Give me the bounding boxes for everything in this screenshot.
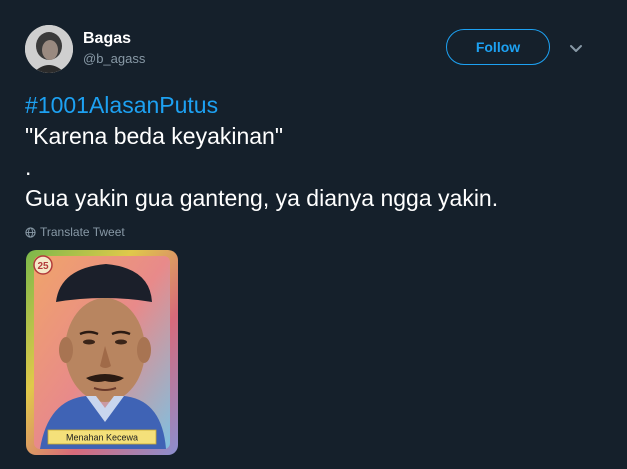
tweet-text-line: Gua yakin gua ganteng, ya dianya ngga ya… [25, 185, 499, 211]
card-number: 25 [37, 261, 49, 272]
follow-button[interactable]: Follow [446, 29, 550, 65]
card-caption: Menahan Kecewa [66, 433, 138, 443]
avatar[interactable] [25, 25, 73, 73]
user-handle[interactable]: @b_agass [83, 51, 145, 67]
chevron-down-icon[interactable] [567, 40, 585, 58]
tweet-text-line: "Karena beda keyakinan" [25, 123, 284, 149]
tweet-photo[interactable]: 25 Menahan Kecewa [26, 250, 178, 455]
photo-card-image: 25 Menahan Kecewa [26, 250, 178, 455]
avatar-image [25, 25, 73, 73]
tweet: Bagas @b_agass Follow #1001AlasanPutus "… [0, 0, 627, 469]
hashtag-link[interactable]: #1001AlasanPutus [25, 90, 605, 121]
translate-label: Translate Tweet [40, 225, 125, 239]
display-name[interactable]: Bagas [83, 29, 131, 49]
tweet-text-line: . [25, 154, 32, 180]
tweet-text: #1001AlasanPutus "Karena beda keyakinan"… [25, 90, 605, 214]
translate-tweet-link[interactable]: Translate Tweet [25, 224, 125, 240]
globe-icon [25, 226, 36, 238]
